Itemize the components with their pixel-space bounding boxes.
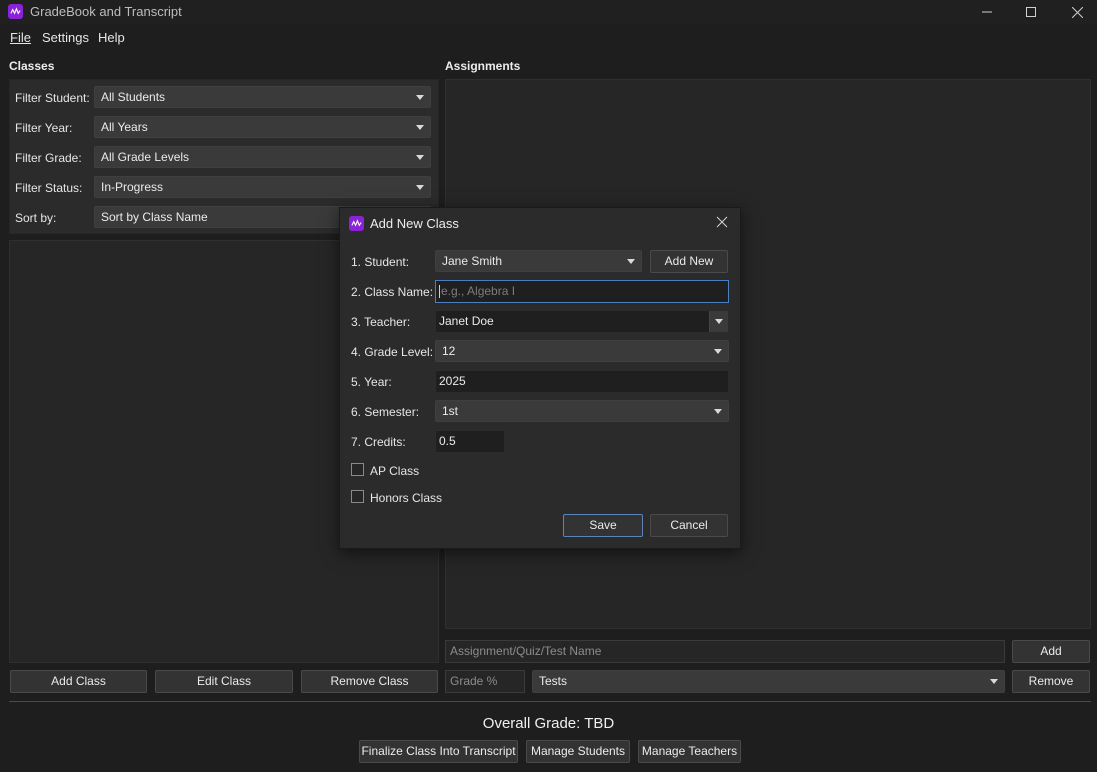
grade-level-combo[interactable]: 12 bbox=[435, 340, 729, 362]
footer-divider bbox=[9, 701, 1091, 702]
app-logo-icon bbox=[8, 4, 23, 19]
add-class-dialog: Add New Class 1. Student: Jane Smith Add… bbox=[339, 207, 741, 549]
credits-label: 7. Credits: bbox=[351, 435, 406, 449]
minimize-button[interactable] bbox=[964, 0, 1010, 24]
app-logo-icon bbox=[349, 216, 364, 231]
maximize-button[interactable] bbox=[1008, 0, 1054, 24]
semester-label: 6. Semester: bbox=[351, 405, 420, 419]
filter-status-combo[interactable]: In-Progress bbox=[94, 176, 431, 198]
chevron-down-icon bbox=[627, 259, 635, 264]
assignment-category-combo[interactable]: Tests bbox=[532, 670, 1005, 693]
chevron-down-icon bbox=[416, 185, 424, 190]
filter-year-label: Filter Year: bbox=[15, 121, 73, 135]
ap-class-label: AP Class bbox=[370, 464, 420, 478]
teacher-value: Janet Doe bbox=[439, 314, 494, 328]
manage-students-button[interactable]: Manage Students bbox=[526, 740, 630, 763]
honors-class-label: Honors Class bbox=[370, 491, 443, 505]
teacher-dropdown-button[interactable] bbox=[709, 311, 728, 332]
class-name-placeholder: e.g., Algebra I bbox=[441, 284, 516, 298]
ap-class-checkbox[interactable] bbox=[351, 463, 364, 476]
semester-value: 1st bbox=[442, 404, 459, 418]
close-button[interactable] bbox=[1054, 0, 1097, 24]
student-value: Jane Smith bbox=[442, 254, 503, 268]
chevron-down-icon bbox=[714, 349, 722, 354]
dialog-title-bar: Add New Class bbox=[340, 208, 740, 238]
class-name-label: 2. Class Name: bbox=[351, 285, 434, 299]
honors-class-checkbox[interactable] bbox=[351, 490, 364, 503]
cancel-button[interactable]: Cancel bbox=[650, 514, 728, 537]
student-combo[interactable]: Jane Smith bbox=[435, 250, 642, 272]
filter-student-label: Filter Student: bbox=[15, 91, 90, 105]
filter-grade-label: Filter Grade: bbox=[15, 151, 82, 165]
finalize-class-button[interactable]: Finalize Class Into Transcript bbox=[359, 740, 518, 763]
student-label: 1. Student: bbox=[351, 255, 410, 269]
edit-class-button[interactable]: Edit Class bbox=[155, 670, 293, 693]
chevron-down-icon bbox=[416, 125, 424, 130]
menu-settings[interactable]: Settings bbox=[42, 30, 89, 45]
filter-status-value: In-Progress bbox=[101, 180, 164, 194]
assignments-title: Assignments bbox=[445, 59, 521, 73]
menu-help-label: Help bbox=[98, 30, 125, 45]
menu-settings-label: Settings bbox=[42, 30, 89, 45]
assignment-category-value: Tests bbox=[539, 674, 568, 688]
save-button[interactable]: Save bbox=[563, 514, 643, 537]
title-bar: GradeBook and Transcript bbox=[0, 0, 1097, 24]
assignment-name-input[interactable]: Assignment/Quiz/Test Name bbox=[445, 640, 1005, 663]
classes-title: Classes bbox=[9, 59, 55, 73]
remove-class-button[interactable]: Remove Class bbox=[301, 670, 438, 693]
chevron-down-icon bbox=[416, 95, 424, 100]
filter-year-combo[interactable]: All Years bbox=[94, 116, 431, 138]
overall-grade: Overall Grade: TBD bbox=[482, 715, 615, 732]
menu-help[interactable]: Help bbox=[98, 30, 125, 45]
filter-grade-value: All Grade Levels bbox=[101, 150, 190, 164]
year-input[interactable]: 2025 bbox=[435, 370, 729, 393]
minimize-icon bbox=[982, 11, 992, 13]
remove-assignment-button[interactable]: Remove bbox=[1012, 670, 1090, 693]
close-icon bbox=[716, 216, 728, 228]
semester-combo[interactable]: 1st bbox=[435, 400, 729, 422]
filter-student-value: All Students bbox=[101, 90, 166, 104]
class-name-input[interactable]: e.g., Algebra I bbox=[435, 280, 729, 303]
window-title: GradeBook and Transcript bbox=[30, 4, 182, 19]
menu-file[interactable]: File bbox=[10, 30, 31, 45]
chevron-down-icon bbox=[715, 319, 723, 324]
filter-student-combo[interactable]: All Students bbox=[94, 86, 431, 108]
chevron-down-icon bbox=[416, 155, 424, 160]
dialog-title: Add New Class bbox=[370, 216, 459, 231]
add-class-button[interactable]: Add Class bbox=[10, 670, 147, 693]
teacher-label: 3. Teacher: bbox=[351, 315, 411, 329]
filter-year-value: All Years bbox=[101, 120, 148, 134]
dialog-close-button[interactable] bbox=[716, 216, 730, 230]
year-label: 5. Year: bbox=[351, 375, 392, 389]
grade-level-label: 4. Grade Level: bbox=[351, 345, 434, 359]
credits-input[interactable]: 0.5 bbox=[435, 430, 505, 453]
filter-grade-combo[interactable]: All Grade Levels bbox=[94, 146, 431, 168]
sort-by-label: Sort by: bbox=[15, 211, 57, 225]
close-icon bbox=[1071, 6, 1083, 18]
add-assignment-button[interactable]: Add bbox=[1012, 640, 1090, 663]
teacher-combo[interactable]: Janet Doe bbox=[435, 310, 729, 333]
menu-file-label: File bbox=[10, 30, 31, 45]
chevron-down-icon bbox=[714, 409, 722, 414]
sort-by-value: Sort by Class Name bbox=[101, 210, 208, 224]
text-caret bbox=[439, 285, 440, 299]
chevron-down-icon bbox=[990, 679, 998, 684]
filter-status-label: Filter Status: bbox=[15, 181, 83, 195]
grade-percent-input[interactable]: Grade % bbox=[445, 670, 525, 693]
maximize-icon bbox=[1026, 7, 1036, 17]
add-new-student-button[interactable]: Add New bbox=[650, 250, 728, 273]
grade-level-value: 12 bbox=[442, 344, 456, 358]
manage-teachers-button[interactable]: Manage Teachers bbox=[638, 740, 741, 763]
